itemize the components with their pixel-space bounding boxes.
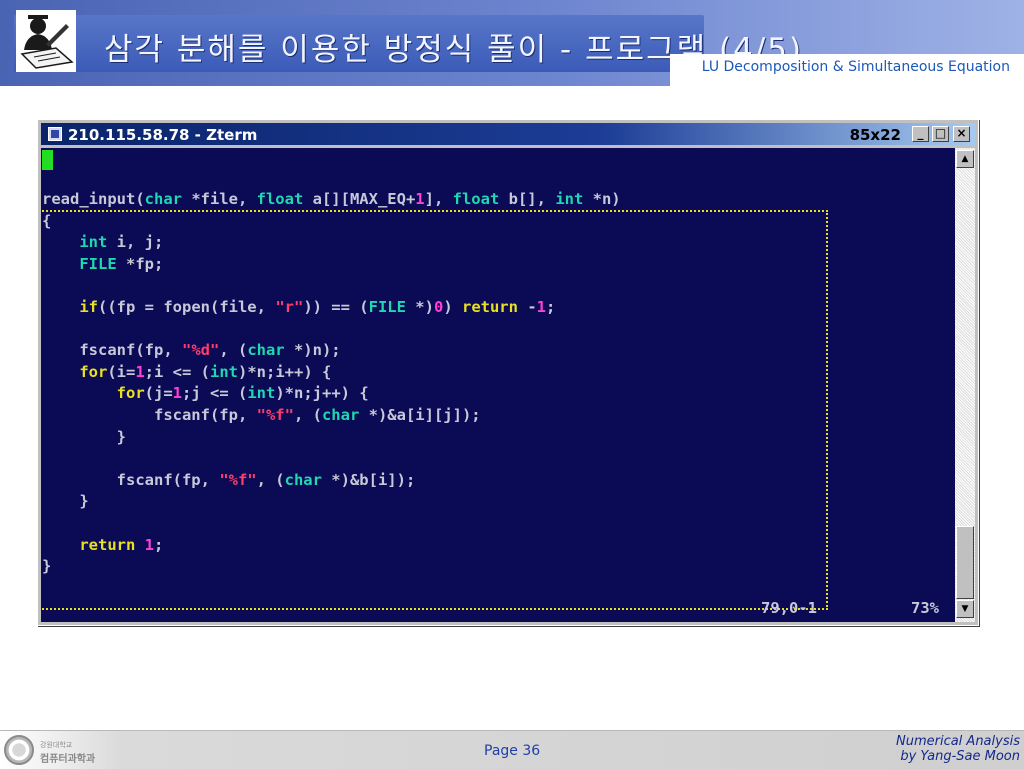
- course-author: by Yang-Sae Moon: [900, 749, 1020, 764]
- code-token: a[][MAX_EQ+: [303, 190, 416, 208]
- text-cursor: [42, 150, 53, 170]
- page-number: Page 36: [484, 743, 541, 759]
- university-seal-icon: [4, 735, 34, 765]
- code-token: float: [452, 190, 500, 208]
- terminal-title: 210.115.58.78 - Zterm: [68, 126, 258, 144]
- code-token: float: [256, 190, 304, 208]
- scroll-up-button[interactable]: ▲: [956, 150, 974, 168]
- terminal-app-icon[interactable]: [48, 127, 62, 141]
- scroll-thumb[interactable]: [956, 526, 974, 599]
- scroll-down-button[interactable]: ▼: [956, 600, 974, 618]
- code-token: *n): [583, 190, 621, 208]
- code-token: ],: [424, 190, 453, 208]
- close-button[interactable]: ×: [953, 126, 970, 142]
- code-token: 1: [415, 190, 425, 208]
- code-token: int: [555, 190, 584, 208]
- code-token: *file,: [181, 190, 257, 208]
- selection-highlight: [41, 210, 828, 610]
- professor-logo-icon: [16, 10, 76, 72]
- slide-subtitle: LU Decomposition & Simultaneous Equation: [701, 59, 1010, 75]
- slide-footer: 강원대학교 컴퓨터과학과 Page 36 Numerical Analysis …: [0, 730, 1024, 769]
- course-credit: Numerical Analysis by Yang-Sae Moon: [896, 734, 1020, 764]
- minimize-button[interactable]: _: [912, 126, 929, 142]
- vertical-scrollbar[interactable]: ▲ ▼: [955, 148, 975, 622]
- terminal-window[interactable]: 210.115.58.78 - Zterm 85x22 _ □ × read_i…: [37, 119, 979, 626]
- terminal-size-label: 85x22: [849, 126, 901, 144]
- code-token: char: [144, 190, 182, 208]
- code-line: read_input(char *file, float a[][MAX_EQ+…: [42, 190, 621, 208]
- status-percent: 73%: [911, 599, 939, 617]
- maximize-button[interactable]: □: [932, 126, 949, 142]
- department-name: 컴퓨터과학과: [40, 754, 96, 765]
- code-token: b[],: [499, 190, 556, 208]
- course-title: Numerical Analysis: [895, 734, 1020, 749]
- status-position: 79,0-1: [761, 599, 817, 617]
- university-name: 강원대학교: [40, 741, 73, 749]
- code-token: read_input(: [42, 190, 145, 208]
- terminal-titlebar[interactable]: 210.115.58.78 - Zterm 85x22 _ □ ×: [41, 123, 975, 145]
- terminal-screen[interactable]: read_input(char *file, float a[][MAX_EQ+…: [41, 148, 955, 622]
